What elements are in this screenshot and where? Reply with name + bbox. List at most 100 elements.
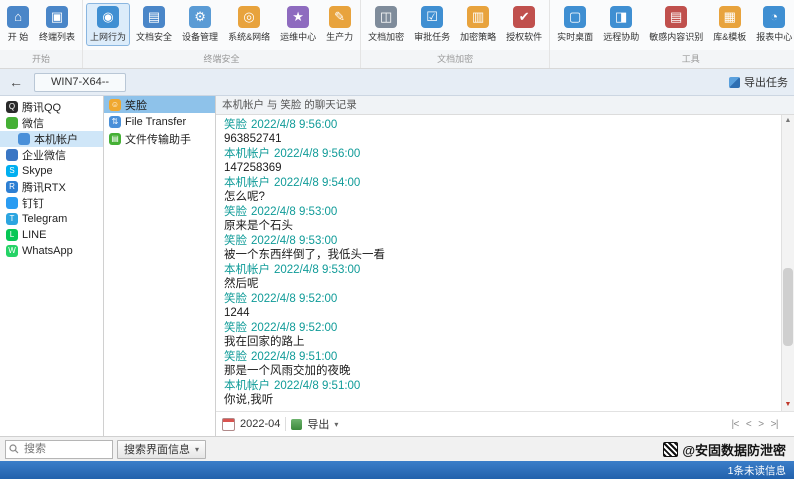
ribbon-button[interactable]: ◨ 远程协助 [599, 3, 643, 46]
ribbon-button[interactable]: ▥ 加密策略 [456, 3, 500, 46]
message-header: 笑脸2022/4/8 9:51:00 [224, 350, 774, 364]
ribbon-button[interactable]: ▣ 终端列表 [35, 3, 79, 46]
ribbon-button-icon: ☑ [421, 6, 443, 28]
back-button[interactable]: ← [6, 74, 26, 90]
message-text: 那是一个风雨交加的夜晚 [224, 364, 774, 378]
ribbon-button-icon: ▥ [467, 6, 489, 28]
ribbon-button[interactable]: ◫ 文档加密 [364, 3, 408, 46]
ribbon-button[interactable]: ☑ 审批任务 [410, 3, 454, 46]
message-time: 2022/4/8 9:51:00 [251, 351, 337, 363]
sidebar-item[interactable]: 钉钉 [0, 195, 103, 211]
message-header: 笑脸2022/4/8 9:56:00 [224, 118, 774, 132]
next-page-button[interactable]: > [758, 419, 763, 430]
contact-item[interactable]: ▤ 文件传输助手 [104, 130, 215, 147]
scroll-down-icon[interactable]: ▼ [782, 399, 794, 411]
ribbon-button-label: 运维中心 [280, 30, 316, 43]
message-text: 你说,我听 [224, 393, 774, 407]
message-time: 2022/4/8 9:53:00 [251, 206, 337, 218]
ribbon-button-label: 实时桌面 [557, 30, 593, 43]
ribbon-group-start: ⌂ 开 始 ▣ 终端列表 开始 [0, 0, 83, 68]
message-header: 笑脸2022/4/8 9:52:00 [224, 321, 774, 335]
sidebar-item[interactable]: R 腾讯RTX [0, 179, 103, 195]
chat-message: 笑脸2022/4/8 9:52:00 1244 [224, 292, 774, 320]
ribbon-button-icon: ▤ [665, 6, 687, 28]
ribbon-button-icon: ★ [287, 6, 309, 28]
message-sender: 笑脸 [224, 235, 247, 247]
app-icon: T [6, 213, 18, 225]
chat-message: 笑脸2022/4/8 9:53:00 被一个东西绊倒了，我低头一看 [224, 234, 774, 262]
scrollbar-track[interactable] [782, 127, 794, 399]
sidebar-item[interactable]: 本机帐户 [0, 131, 103, 147]
chevron-down-icon[interactable]: ▾ [334, 420, 338, 429]
contact-item[interactable]: ☺ 笑脸 [104, 96, 215, 113]
message-text: 原来是个石头 [224, 219, 774, 233]
message-header: 本机帐户2022/4/8 9:56:00 [224, 147, 774, 161]
search-input[interactable] [22, 442, 109, 456]
ribbon-button[interactable]: ✔ 授权软件 [502, 3, 546, 46]
unread-status: 1条未读信息 [728, 463, 786, 478]
ribbon-button-icon: ▣ [46, 6, 68, 28]
message-sender: 笑脸 [224, 206, 247, 218]
search-bar: 搜索界面信息 ▾ @安固数据防泄密 [0, 436, 794, 461]
scroll-up-icon[interactable]: ▲ [782, 115, 794, 127]
chat-scrollbar[interactable]: ▲ ▼ [781, 115, 794, 411]
chat-message: 本机帐户2022/4/8 9:51:00 你说,我听 [224, 379, 774, 407]
sidebar-item[interactable]: L LINE [0, 227, 103, 243]
ribbon-button-label: 设备管理 [182, 30, 218, 43]
app-icon: Q [6, 101, 18, 113]
ribbon-group-tools: ▢ 实时桌面 ◨ 远程协助 ▤ 敏感内容识别 ▦ 库&模板 [550, 0, 794, 68]
sidebar-item[interactable]: W WhatsApp [0, 243, 103, 259]
export-button[interactable]: 导出 [307, 416, 329, 432]
search-box[interactable] [5, 440, 113, 459]
ribbon-button[interactable]: ◎ 系统&网络 [224, 3, 274, 46]
chat-message-list[interactable]: 笑脸2022/4/8 9:56:00 963852741 本机帐户2022/4/… [216, 115, 794, 411]
ribbon-button[interactable]: ⌂ 开 始 [3, 3, 33, 46]
ribbon-group-label: 文档加密 [361, 50, 549, 68]
sidebar-item[interactable]: 微信 [0, 115, 103, 131]
message-header: 本机帐户2022/4/8 9:51:00 [224, 379, 774, 393]
ribbon-button-icon: ◨ [610, 6, 632, 28]
ribbon-button-icon: ◔ [763, 6, 785, 28]
sidebar-item-label: 微信 [22, 115, 44, 131]
contact-label: File Transfer [125, 116, 186, 128]
ribbon-button[interactable]: ▦ 库&模板 [709, 3, 750, 46]
sidebar-item[interactable]: Q 腾讯QQ [0, 99, 103, 115]
ribbon-button[interactable]: ▢ 实时桌面 [553, 3, 597, 46]
last-page-button[interactable]: >| [771, 419, 778, 430]
chat-message: 笑脸2022/4/8 9:52:00 我在回家的路上 [224, 321, 774, 349]
app-sidebar: Q 腾讯QQ 微信 本机帐户 企业微信 S Skype [0, 96, 104, 436]
chat-header: 本机帐户 与 笑脸 的聊天记录 [216, 96, 794, 115]
ribbon-button[interactable]: ✎ 生产力 [322, 3, 357, 46]
ribbon-button[interactable]: ◉ 上网行为 [86, 3, 130, 46]
message-time: 2022/4/8 9:53:00 [251, 235, 337, 247]
ribbon-button-label: 文档安全 [136, 30, 172, 43]
ribbon: ⌂ 开 始 ▣ 终端列表 开始 ◉ 上网行为 ▤ 文档安 [0, 0, 794, 69]
first-page-button[interactable]: |< [731, 419, 738, 430]
scrollbar-thumb[interactable] [783, 268, 793, 346]
ribbon-button[interactable]: ★ 运维中心 [276, 3, 320, 46]
chat-message: 本机帐户2022/4/8 9:53:00 然后呢 [224, 263, 774, 291]
app-icon [18, 133, 30, 145]
app-icon: W [6, 245, 18, 257]
prev-page-button[interactable]: < [746, 419, 751, 430]
ribbon-button-icon: ⚙ [189, 6, 211, 28]
chat-message: 笑脸2022/4/8 9:56:00 963852741 [224, 118, 774, 146]
ribbon-button[interactable]: ▤ 敏感内容识别 [645, 3, 707, 46]
watermark-text: @安固数据防泄密 [682, 440, 786, 459]
export-task-button[interactable]: 导出任务 [729, 74, 788, 90]
search-scope-button[interactable]: 搜索界面信息 ▾ [117, 440, 206, 459]
calendar-icon[interactable] [222, 418, 235, 431]
ribbon-button[interactable]: ◔ 报表中心 [752, 3, 794, 46]
ribbon-button[interactable]: ▤ 文档安全 [132, 3, 176, 46]
sidebar-item[interactable]: T Telegram [0, 211, 103, 227]
ribbon-button[interactable]: ⚙ 设备管理 [178, 3, 222, 46]
sidebar-item[interactable]: S Skype [0, 163, 103, 179]
terminal-tab[interactable]: WIN7-X64-- [34, 73, 126, 92]
month-selector[interactable]: 2022-04 [240, 418, 280, 430]
ribbon-button-icon: ▦ [719, 6, 741, 28]
message-text: 1244 [224, 306, 774, 320]
sidebar-item[interactable]: 企业微信 [0, 147, 103, 163]
contact-item[interactable]: ⇅ File Transfer [104, 113, 215, 130]
pager: |< < > >| [731, 419, 778, 430]
export-task-icon [729, 77, 740, 88]
